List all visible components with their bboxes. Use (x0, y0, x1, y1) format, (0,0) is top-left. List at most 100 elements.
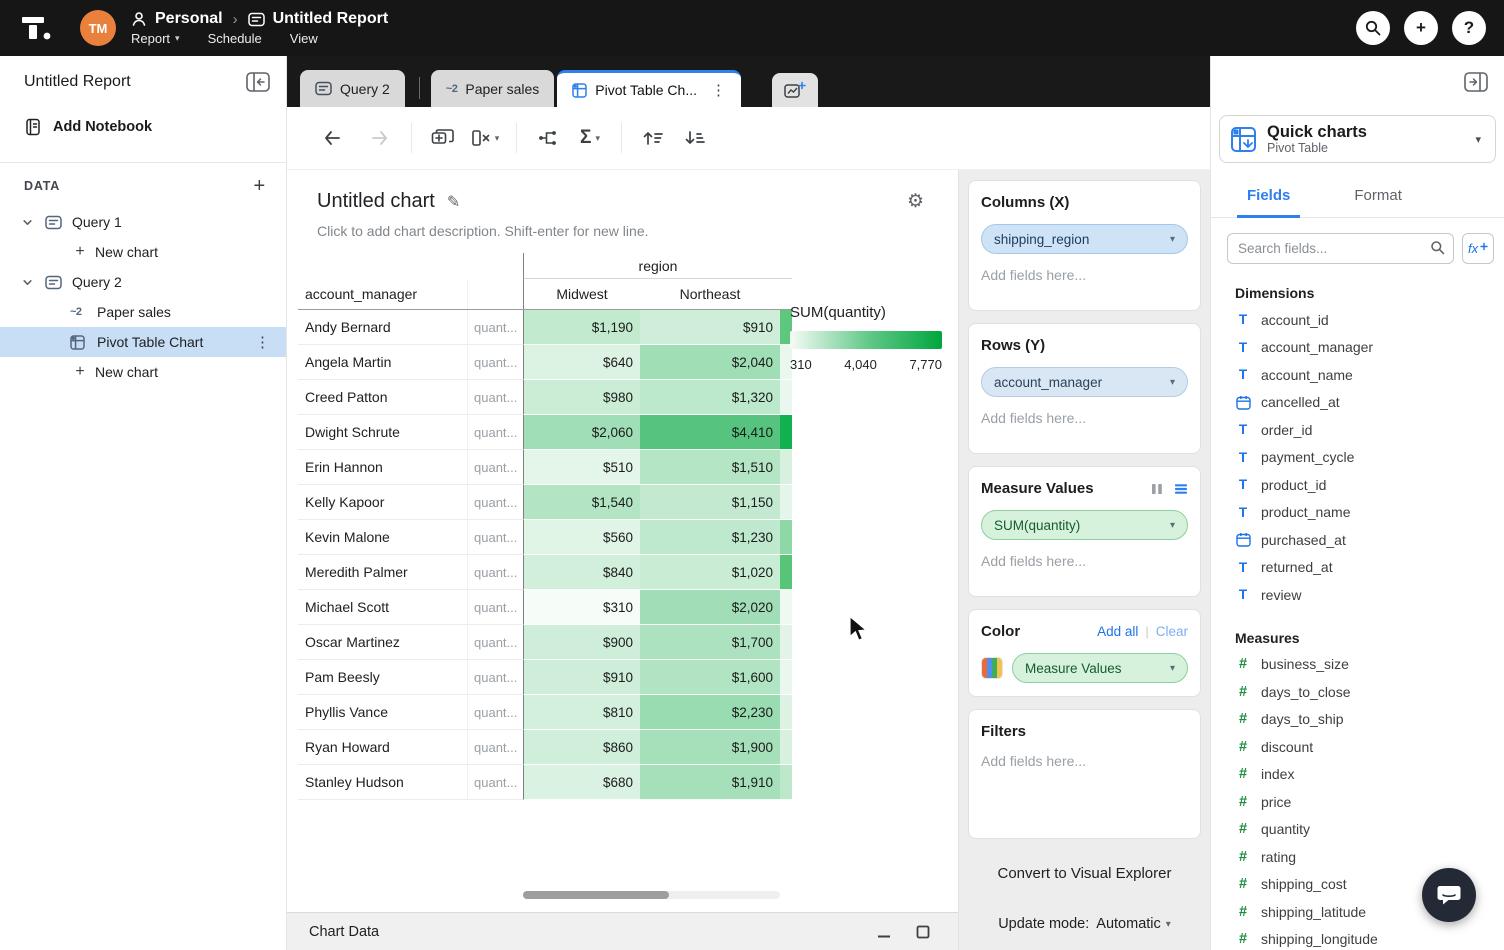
tab-fields[interactable]: Fields (1237, 177, 1300, 218)
row-label[interactable]: Angela Martin (298, 345, 467, 380)
row-label[interactable]: Michael Scott (298, 590, 467, 625)
tab-format[interactable]: Format (1344, 177, 1412, 217)
columns-layout-icon[interactable] (1150, 482, 1164, 496)
field-days-to-ship[interactable]: #days_to_ship (1211, 706, 1504, 734)
sidebar-item-paper-sales[interactable]: ~2Paper sales (0, 297, 286, 327)
minimize-panel-icon[interactable] (876, 925, 892, 939)
heatmap-cell[interactable]: $1,190 (523, 310, 640, 345)
color-field-pill[interactable]: Measure Values ▾ (1012, 653, 1188, 683)
heatmap-cell[interactable]: $1,320 (640, 380, 780, 415)
rows-field-pill[interactable]: account_manager ▾ (981, 367, 1188, 397)
row-label[interactable]: Creed Patton (298, 380, 467, 415)
color-palette-icon[interactable] (981, 657, 1003, 679)
rows-dropzone[interactable]: Add fields here... (981, 410, 1188, 440)
row-field-header[interactable]: account_manager (298, 279, 467, 309)
sidebar-item-query-1[interactable]: Query 1 (0, 207, 286, 237)
search-fields-input[interactable] (1227, 233, 1454, 264)
heatmap-cell[interactable]: $1,600 (640, 660, 780, 695)
field-review[interactable]: Treview (1211, 581, 1504, 609)
columns-field-pill[interactable]: shipping_region ▾ (981, 224, 1188, 254)
report-title[interactable]: Untitled Report (273, 10, 389, 28)
pivot-transform-button[interactable] (527, 118, 569, 158)
expand-panel-icon[interactable] (916, 925, 930, 939)
heatmap-cell[interactable]: $1,510 (640, 450, 780, 485)
field-product-id[interactable]: Tproduct_id (1211, 471, 1504, 499)
heatmap-cell[interactable]: $2,040 (640, 345, 780, 380)
aggregate-button[interactable]: Σ ▾ (569, 118, 611, 158)
heatmap-cell[interactable]: $1,700 (640, 625, 780, 660)
chart-type-picker[interactable]: Quick charts Pivot Table ▾ (1219, 115, 1496, 163)
field-days-to-close[interactable]: #days_to_close (1211, 678, 1504, 706)
heatmap-cell[interactable]: $1,900 (640, 730, 780, 765)
clear-link[interactable]: Clear (1156, 624, 1188, 639)
heatmap-cell[interactable]: $810 (523, 695, 640, 730)
field-index[interactable]: #index (1211, 761, 1504, 789)
heatmap-cell[interactable]: $980 (523, 380, 640, 415)
chat-support-button[interactable] (1422, 868, 1476, 922)
columns-dropzone[interactable]: Add fields here... (981, 267, 1188, 297)
measures-dropzone[interactable]: Add fields here... (981, 553, 1188, 583)
update-mode-dropdown[interactable]: Automatic ▾ (1096, 916, 1171, 932)
field-business-size[interactable]: #business_size (1211, 651, 1504, 679)
column-header-midwest[interactable]: Midwest (523, 279, 640, 309)
remove-column-button[interactable]: ▾ (464, 118, 506, 158)
collapse-sidebar-icon[interactable] (246, 72, 270, 92)
row-label[interactable]: Erin Hannon (298, 450, 467, 485)
redo-forward-button[interactable] (359, 118, 401, 158)
more-options-icon[interactable]: ⋮ (255, 333, 270, 351)
more-options-icon[interactable]: ⋮ (711, 81, 726, 99)
field-account-manager[interactable]: Taccount_manager (1211, 334, 1504, 362)
heatmap-cell[interactable]: $1,020 (640, 555, 780, 590)
tab-paper-sales[interactable]: ~2Paper sales (431, 70, 554, 107)
field-shipping-longitude[interactable]: #shipping_longitude (1211, 926, 1504, 950)
add-data-button[interactable]: + (254, 177, 266, 195)
workspace-name[interactable]: Personal (155, 10, 223, 28)
collapse-fields-panel-icon[interactable] (1464, 72, 1488, 92)
chevron-down-icon[interactable] (22, 217, 39, 228)
field-account-id[interactable]: Taccount_id (1211, 306, 1504, 334)
heatmap-cell[interactable]: $510 (523, 450, 640, 485)
heatmap-cell[interactable]: $840 (523, 555, 640, 590)
heatmap-cell[interactable]: $900 (523, 625, 640, 660)
menu-view[interactable]: View (290, 31, 318, 46)
field-purchased-at[interactable]: purchased_at (1211, 526, 1504, 554)
heatmap-cell[interactable]: $680 (523, 765, 640, 800)
heatmap-cell[interactable]: $1,230 (640, 520, 780, 555)
field-order-id[interactable]: Torder_id (1211, 416, 1504, 444)
heatmap-cell[interactable]: $1,910 (640, 765, 780, 800)
tab-query-2[interactable]: Query 2 (300, 70, 405, 107)
tab-pivot-table-ch[interactable]: Pivot Table Ch...⋮ (557, 70, 741, 107)
heatmap-cell[interactable]: $1,540 (523, 485, 640, 520)
row-label[interactable]: Kelly Kapoor (298, 485, 467, 520)
row-label[interactable]: Meredith Palmer (298, 555, 467, 590)
measure-field-pill[interactable]: SUM(quantity) ▾ (981, 510, 1188, 540)
help-button[interactable]: ? (1452, 11, 1486, 45)
undo-back-button[interactable] (311, 118, 353, 158)
add-notebook-button[interactable]: Add Notebook (0, 108, 286, 146)
filters-dropzone[interactable]: Add fields here... (981, 753, 1188, 783)
sort-descending-button[interactable] (674, 118, 716, 158)
heatmap-cell[interactable]: $1,150 (640, 485, 780, 520)
row-label[interactable]: Kevin Malone (298, 520, 467, 555)
heatmap-cell[interactable]: $860 (523, 730, 640, 765)
heatmap-cell[interactable]: $640 (523, 345, 640, 380)
new-chart-tab-button[interactable] (772, 73, 818, 107)
search-button[interactable] (1356, 11, 1390, 45)
edit-pencil-icon[interactable]: ✎ (447, 192, 460, 212)
heatmap-cell[interactable]: $910 (640, 310, 780, 345)
rows-layout-icon[interactable] (1174, 482, 1188, 496)
row-label[interactable]: Ryan Howard (298, 730, 467, 765)
add-all-link[interactable]: Add all (1097, 624, 1138, 639)
heatmap-cell[interactable]: $910 (523, 660, 640, 695)
row-label[interactable]: Stanley Hudson (298, 765, 467, 800)
heatmap-cell[interactable]: $4,410 (640, 415, 780, 450)
add-formula-button[interactable]: fx (1462, 233, 1494, 264)
convert-to-visual-explorer-button[interactable]: Convert to Visual Explorer (968, 865, 1201, 882)
chart-settings-gear-icon[interactable]: ⚙ (907, 190, 924, 213)
column-header-northeast[interactable]: Northeast (640, 279, 780, 309)
user-avatar[interactable]: TM (80, 10, 116, 46)
new-chart-button[interactable]: +New chart (0, 237, 286, 267)
row-label[interactable]: Andy Bernard (298, 310, 467, 345)
field-discount[interactable]: #discount (1211, 733, 1504, 761)
horizontal-scrollbar[interactable] (523, 891, 780, 899)
